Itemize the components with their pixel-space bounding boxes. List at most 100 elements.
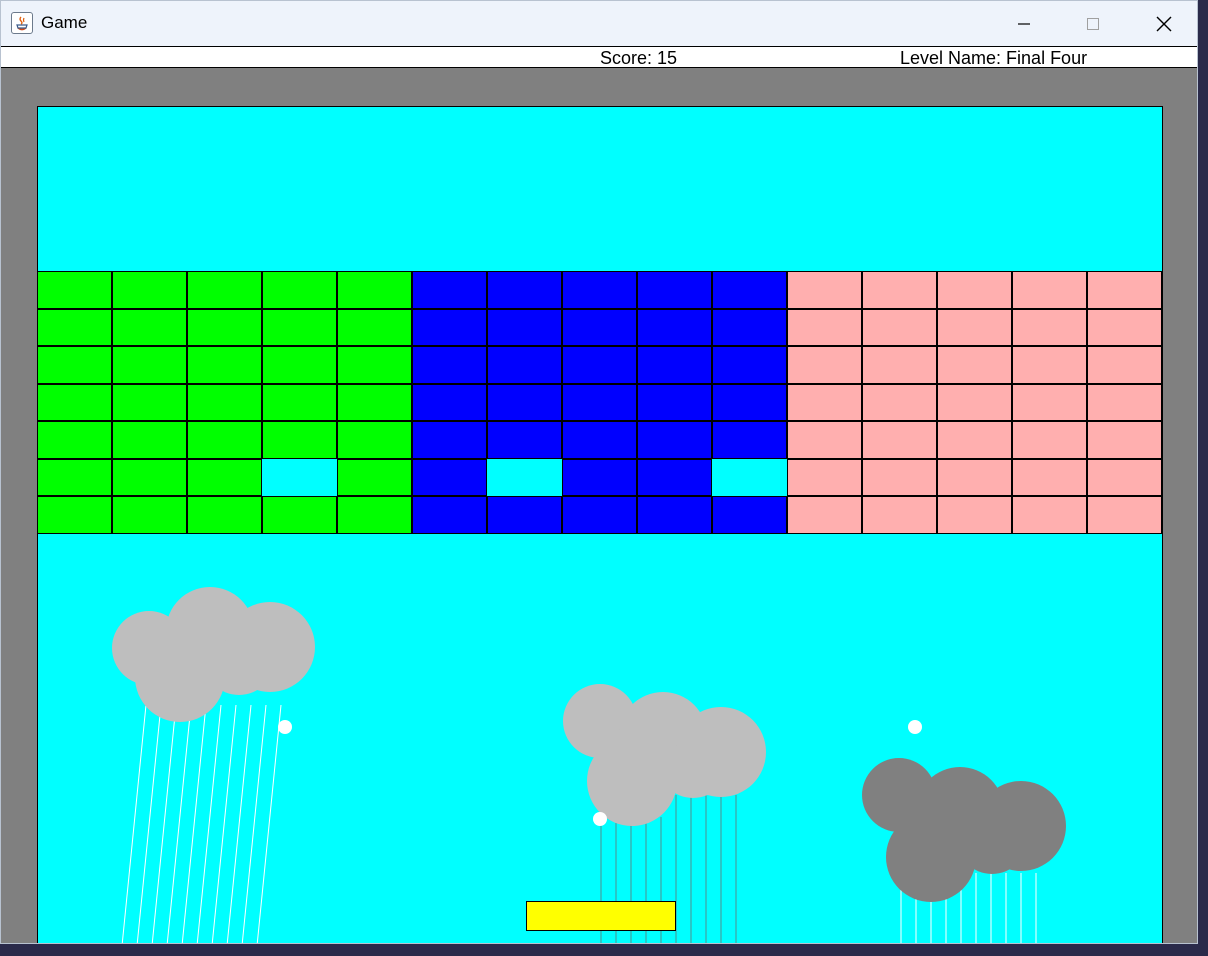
rain-streaks-1 bbox=[121, 704, 282, 943]
brick bbox=[862, 308, 937, 346]
ball bbox=[908, 720, 922, 734]
brick bbox=[337, 496, 412, 534]
brick bbox=[38, 458, 112, 496]
brick bbox=[337, 346, 412, 384]
brick bbox=[937, 383, 1012, 421]
brick bbox=[262, 421, 337, 459]
brick bbox=[1087, 496, 1162, 534]
brick bbox=[787, 496, 862, 534]
brick bbox=[562, 383, 637, 421]
brick bbox=[38, 308, 112, 346]
title-bar[interactable]: Game bbox=[1, 1, 1197, 46]
brick bbox=[1012, 383, 1087, 421]
brick bbox=[487, 383, 562, 421]
brick bbox=[1087, 271, 1162, 309]
brick bbox=[637, 308, 712, 346]
brick bbox=[1012, 308, 1087, 346]
ball bbox=[278, 720, 292, 734]
brick bbox=[412, 346, 487, 384]
brick bbox=[787, 421, 862, 459]
brick bbox=[862, 421, 937, 459]
brick bbox=[187, 383, 262, 421]
brick bbox=[562, 346, 637, 384]
score-bar: Score: 15 Level Name: Final Four bbox=[1, 46, 1197, 68]
level-name-label: Level Name: Final Four bbox=[900, 48, 1088, 68]
window-title: Game bbox=[41, 13, 88, 32]
brick bbox=[112, 346, 187, 384]
brick bbox=[712, 496, 787, 534]
brick bbox=[337, 271, 412, 309]
paddle[interactable] bbox=[526, 901, 676, 931]
brick bbox=[1012, 271, 1087, 309]
brick bbox=[712, 271, 787, 309]
play-field[interactable] bbox=[37, 106, 1163, 943]
brick bbox=[412, 458, 487, 496]
java-app-icon bbox=[11, 12, 33, 34]
brick bbox=[862, 458, 937, 496]
brick bbox=[487, 421, 562, 459]
minimize-button[interactable] bbox=[989, 1, 1059, 46]
brick bbox=[937, 421, 1012, 459]
brick bbox=[637, 271, 712, 309]
brick bbox=[187, 458, 262, 496]
brick bbox=[112, 496, 187, 534]
brick bbox=[637, 346, 712, 384]
brick bbox=[112, 271, 187, 309]
brick bbox=[1087, 346, 1162, 384]
brick bbox=[112, 458, 187, 496]
brick bbox=[187, 271, 262, 309]
close-button[interactable] bbox=[1129, 1, 1197, 46]
brick bbox=[337, 458, 412, 496]
brick bbox=[38, 421, 112, 459]
brick bbox=[337, 383, 412, 421]
close-icon bbox=[1156, 16, 1172, 31]
brick bbox=[712, 383, 787, 421]
maximize-button[interactable] bbox=[1058, 1, 1128, 46]
brick bbox=[787, 271, 862, 309]
brick bbox=[112, 383, 187, 421]
brick bbox=[487, 496, 562, 534]
brick bbox=[787, 346, 862, 384]
brick bbox=[1087, 308, 1162, 346]
ball bbox=[593, 812, 607, 826]
brick bbox=[562, 458, 637, 496]
brick bbox=[487, 346, 562, 384]
brick bbox=[487, 271, 562, 309]
brick bbox=[937, 308, 1012, 346]
brick bbox=[712, 308, 787, 346]
brick bbox=[562, 308, 637, 346]
brick bbox=[862, 383, 937, 421]
brick bbox=[787, 308, 862, 346]
brick bbox=[1087, 421, 1162, 459]
brick bbox=[412, 308, 487, 346]
brick bbox=[1087, 383, 1162, 421]
brick bbox=[787, 383, 862, 421]
brick bbox=[38, 496, 112, 534]
minimize-icon bbox=[1018, 22, 1030, 25]
brick bbox=[262, 346, 337, 384]
cloud-1 bbox=[112, 587, 315, 722]
brick bbox=[38, 271, 112, 309]
brick bbox=[1012, 421, 1087, 459]
brick bbox=[562, 421, 637, 459]
brick bbox=[187, 308, 262, 346]
brick bbox=[262, 271, 337, 309]
maximize-icon bbox=[1087, 17, 1099, 30]
brick bbox=[712, 421, 787, 459]
brick bbox=[262, 308, 337, 346]
brick bbox=[937, 346, 1012, 384]
brick bbox=[787, 458, 862, 496]
brick bbox=[937, 271, 1012, 309]
brick bbox=[862, 271, 937, 309]
brick bbox=[337, 308, 412, 346]
brick bbox=[712, 346, 787, 384]
brick bbox=[412, 271, 487, 309]
brick bbox=[112, 308, 187, 346]
game-area bbox=[1, 68, 1197, 943]
game-window: Game Score: 15 Level Name: Final Four bbox=[0, 0, 1198, 944]
brick bbox=[1012, 346, 1087, 384]
brick bbox=[38, 383, 112, 421]
brick bbox=[38, 346, 112, 384]
brick bbox=[937, 496, 1012, 534]
brick bbox=[262, 496, 337, 534]
